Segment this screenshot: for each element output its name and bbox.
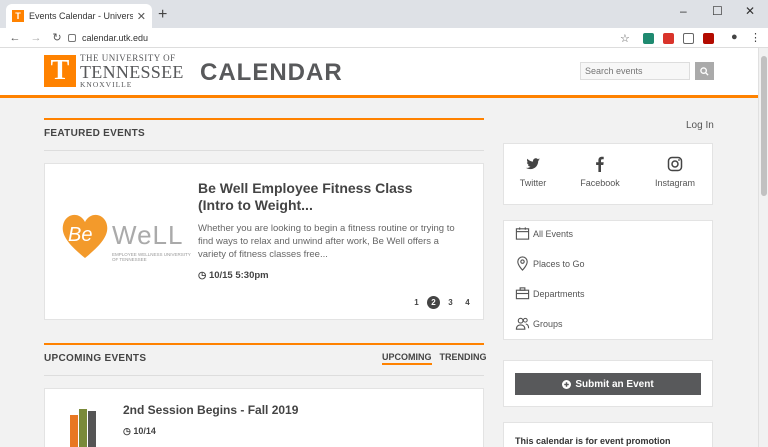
reload-icon[interactable]: ↻ bbox=[51, 31, 63, 44]
section-divider bbox=[44, 150, 484, 151]
twitter-label: Twitter bbox=[519, 178, 547, 188]
site-title[interactable]: CALENDAR bbox=[200, 59, 343, 87]
social-instagram[interactable]: Instagram bbox=[640, 156, 710, 188]
plus-circle-icon bbox=[562, 379, 572, 389]
extension-icon[interactable] bbox=[663, 33, 674, 44]
section-rule bbox=[44, 118, 484, 120]
sidebar-item-places[interactable]: Places to Go bbox=[515, 256, 585, 271]
favicon-icon: T bbox=[12, 10, 24, 22]
book-shape bbox=[79, 409, 87, 447]
scrollbar-thumb[interactable] bbox=[761, 56, 767, 196]
browser-tab[interactable]: T Events Calendar - University of Te ✕ bbox=[6, 4, 152, 28]
sidebar-item-groups[interactable]: Groups bbox=[515, 316, 563, 331]
ut-logo-icon[interactable]: T bbox=[44, 55, 76, 87]
logo-well-text: WeLL bbox=[112, 220, 184, 250]
promo-text: This calendar is for event promotion bbox=[515, 436, 671, 446]
upcoming-tabs: UPCOMING TRENDING bbox=[382, 352, 487, 365]
address-bar[interactable]: calendar.utk.edu bbox=[68, 30, 638, 46]
maximize-icon[interactable]: ☐ bbox=[712, 4, 723, 18]
section-divider bbox=[44, 375, 484, 376]
featured-pager: 1 2 3 4 bbox=[410, 296, 474, 309]
lock-icon bbox=[68, 34, 76, 42]
pager-page-2[interactable]: 2 bbox=[427, 296, 440, 309]
upcoming-date-text: 10/14 bbox=[133, 426, 156, 436]
extension-icon[interactable] bbox=[643, 33, 654, 44]
briefcase-icon bbox=[515, 287, 530, 300]
sidebar-item-label: Groups bbox=[533, 318, 563, 329]
back-icon[interactable]: ← bbox=[9, 32, 21, 44]
profile-icon[interactable]: ● bbox=[731, 31, 738, 43]
upcoming-event-card[interactable] bbox=[44, 388, 484, 447]
section-rule bbox=[44, 343, 484, 345]
groups-icon bbox=[515, 317, 530, 330]
minimize-icon[interactable]: – bbox=[680, 4, 687, 18]
instagram-label: Instagram bbox=[654, 178, 696, 188]
tab-upcoming[interactable]: UPCOMING bbox=[382, 352, 432, 365]
browser-menu-icon[interactable]: ⋮ bbox=[750, 31, 761, 44]
submit-event-label: Submit an Event bbox=[575, 378, 654, 390]
url-text: calendar.utk.edu bbox=[82, 33, 149, 43]
tab-trending[interactable]: TRENDING bbox=[440, 352, 487, 365]
pdf-icon[interactable] bbox=[703, 33, 714, 44]
book-shape bbox=[70, 415, 78, 447]
search-icon bbox=[700, 66, 709, 76]
bookmark-star-icon[interactable]: ☆ bbox=[620, 32, 630, 45]
page-scrollbar[interactable] bbox=[758, 48, 768, 447]
site-header: T THE UNIVERSITY OF TENNESSEE KNOXVILLE … bbox=[0, 48, 758, 98]
instagram-icon bbox=[667, 156, 683, 172]
tab-close-icon[interactable]: ✕ bbox=[137, 10, 146, 23]
twitter-icon bbox=[526, 158, 540, 170]
wordmark-line3: KNOXVILLE bbox=[80, 80, 133, 89]
pager-page-4[interactable]: 4 bbox=[461, 296, 474, 309]
clock-icon: ◷ bbox=[198, 270, 207, 281]
featured-event-description: Whether you are looking to begin a fitne… bbox=[198, 223, 455, 260]
browser-tab-bar: T Events Calendar - University of Te ✕ +… bbox=[0, 0, 768, 28]
featured-event-time: ◷ 10/15 5:30pm bbox=[198, 270, 269, 281]
clock-icon: ◷ bbox=[123, 426, 131, 436]
search-button[interactable] bbox=[695, 62, 714, 80]
facebook-icon bbox=[596, 156, 604, 172]
sidebar-item-label: Places to Go bbox=[533, 258, 585, 269]
sidebar-item-label: Departments bbox=[533, 288, 585, 299]
pager-page-3[interactable]: 3 bbox=[444, 296, 457, 309]
featured-section-title: FEATURED EVENTS bbox=[44, 128, 145, 139]
submit-event-button[interactable]: Submit an Event bbox=[515, 373, 701, 395]
close-window-icon[interactable]: ✕ bbox=[745, 4, 755, 18]
featured-time-text: 10/15 5:30pm bbox=[208, 270, 269, 281]
page: T THE UNIVERSITY OF TENNESSEE KNOXVILLE … bbox=[0, 48, 758, 447]
logo-be-text: Be bbox=[68, 224, 93, 246]
logo-sub-text: EMPLOYEE WELLNESS UNIVERSITY OF TENNESSE… bbox=[112, 252, 191, 263]
calendar-icon bbox=[515, 227, 530, 240]
sidebar-item-departments[interactable]: Departments bbox=[515, 286, 585, 301]
login-link[interactable]: Log In bbox=[686, 120, 714, 131]
wordmark-line2: TENNESSEE bbox=[80, 62, 184, 82]
pocket-icon[interactable] bbox=[683, 33, 694, 44]
upcoming-section-title: UPCOMING EVENTS bbox=[44, 353, 147, 364]
tab-title: Events Calendar - University of Te bbox=[29, 11, 133, 21]
featured-event-title[interactable]: Be Well Employee Fitness Class (Intro to… bbox=[198, 180, 448, 214]
university-wordmark[interactable]: THE UNIVERSITY OF TENNESSEE KNOXVILLE bbox=[80, 54, 184, 89]
facebook-label: Facebook bbox=[580, 178, 620, 188]
new-tab-icon[interactable]: + bbox=[158, 6, 167, 24]
map-pin-icon bbox=[517, 256, 528, 271]
social-facebook[interactable]: Facebook bbox=[565, 156, 635, 188]
book-shape bbox=[88, 411, 96, 447]
social-twitter[interactable]: Twitter bbox=[498, 156, 568, 188]
pager-page-1[interactable]: 1 bbox=[410, 296, 423, 309]
upcoming-event-date: ◷ 10/14 bbox=[123, 426, 156, 437]
browser-toolbar: ← → ↻ calendar.utk.edu ☆ ● ⋮ bbox=[0, 28, 768, 48]
upcoming-event-title[interactable]: 2nd Session Begins - Fall 2019 bbox=[123, 403, 298, 417]
forward-icon[interactable]: → bbox=[30, 32, 42, 44]
sidebar-item-all-events[interactable]: All Events bbox=[515, 226, 573, 241]
search-input[interactable] bbox=[580, 62, 690, 80]
sidebar-item-label: All Events bbox=[533, 228, 574, 239]
